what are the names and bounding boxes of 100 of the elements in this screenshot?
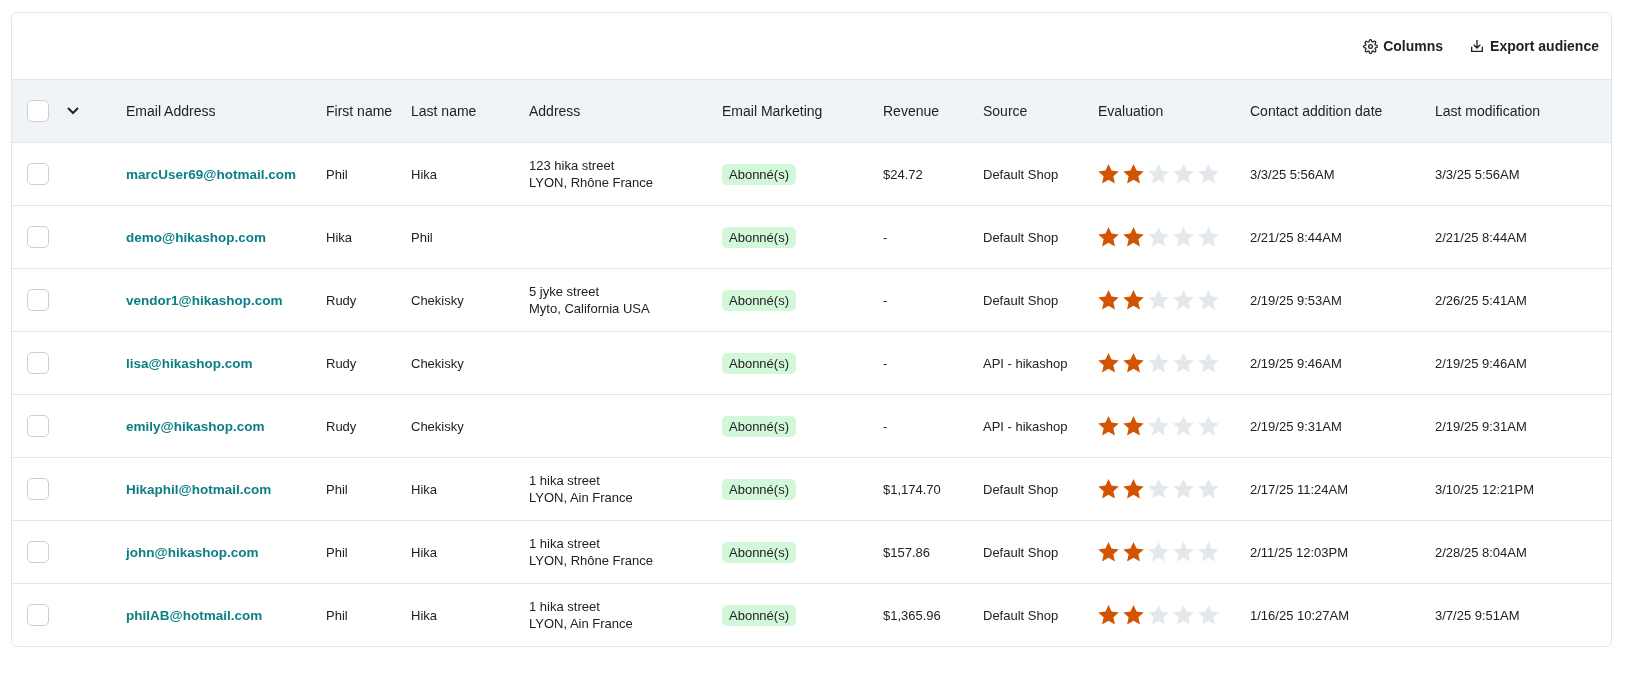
column-header[interactable]: Address xyxy=(529,103,581,119)
modification-date: 2/26/25 5:41AM xyxy=(1435,292,1527,308)
first-name: Phil xyxy=(326,166,348,182)
star-icon xyxy=(1123,290,1144,310)
column-header[interactable]: Last modification xyxy=(1435,103,1541,119)
first-name: Phil xyxy=(326,481,348,497)
address-line: 1 hika street xyxy=(529,535,600,552)
modification-date: 2/28/25 8:04AM xyxy=(1435,544,1527,560)
modification-date: 2/19/25 9:31AM xyxy=(1435,418,1527,434)
status-tag: Abonné(s) xyxy=(722,415,796,437)
star-icon xyxy=(1198,542,1219,562)
star-icon xyxy=(1123,605,1144,625)
column-header[interactable]: Evaluation xyxy=(1098,103,1164,119)
address-line: LYON, Rhône France xyxy=(529,552,654,569)
star-icon xyxy=(1098,290,1119,310)
row-checkbox[interactable] xyxy=(27,415,49,437)
star-icon xyxy=(1123,542,1144,562)
source: API - hikashop xyxy=(983,418,1068,434)
star-icon xyxy=(1198,479,1219,499)
star-icon xyxy=(1148,605,1169,625)
email-link[interactable]: vendor1@hikashop.com xyxy=(126,292,283,308)
chevron-down-icon[interactable] xyxy=(67,107,79,115)
last-name: Chekisky xyxy=(411,292,464,308)
status-tag: Abonné(s) xyxy=(722,541,796,563)
star-icon xyxy=(1148,164,1169,184)
row-checkbox[interactable] xyxy=(27,289,49,311)
star-icon xyxy=(1148,290,1169,310)
star-icon xyxy=(1123,227,1144,247)
status-tag: Abonné(s) xyxy=(722,163,796,185)
star-icon xyxy=(1098,479,1119,499)
export-audience-button[interactable]: Export audience xyxy=(1467,36,1601,56)
column-header[interactable]: Last name xyxy=(411,103,477,119)
row-checkbox[interactable] xyxy=(27,352,49,374)
addition-date: 2/21/25 8:44AM xyxy=(1250,229,1342,245)
star-icon xyxy=(1123,164,1144,184)
source: Default Shop xyxy=(983,607,1059,623)
revenue: - xyxy=(883,418,888,434)
email-link[interactable]: lisa@hikashop.com xyxy=(126,355,253,371)
first-name: Rudy xyxy=(326,292,357,308)
column-header[interactable]: Email Marketing xyxy=(722,103,823,119)
star-icon xyxy=(1123,416,1144,436)
address-line: LYON, Rhône France xyxy=(529,174,654,191)
modification-date: 3/7/25 9:51AM xyxy=(1435,607,1520,623)
row-checkbox[interactable] xyxy=(27,478,49,500)
status-tag: Abonné(s) xyxy=(722,604,796,626)
star-icon xyxy=(1148,416,1169,436)
select-all-checkbox[interactable] xyxy=(27,100,49,122)
star-icon xyxy=(1098,542,1119,562)
addition-date: 2/11/25 12:03PM xyxy=(1250,544,1349,560)
addition-date: 1/16/25 10:27AM xyxy=(1250,607,1350,623)
email-link[interactable]: john@hikashop.com xyxy=(126,544,259,560)
row-checkbox[interactable] xyxy=(27,541,49,563)
source: Default Shop xyxy=(983,229,1059,245)
email-link[interactable]: marcUser69@hotmail.com xyxy=(126,166,296,182)
email-link[interactable]: demo@hikashop.com xyxy=(126,229,266,245)
star-icon xyxy=(1098,227,1119,247)
star-icon xyxy=(1173,416,1194,436)
status-tag: Abonné(s) xyxy=(722,352,796,374)
star-icon xyxy=(1148,353,1169,373)
first-name: Rudy xyxy=(326,355,357,371)
address-line: 123 hika street xyxy=(529,157,615,174)
settings-icon xyxy=(1363,38,1379,54)
star-icon xyxy=(1173,542,1194,562)
star-icon xyxy=(1173,605,1194,625)
star-icon xyxy=(1148,479,1169,499)
row-checkbox[interactable] xyxy=(27,163,49,185)
column-header[interactable]: Contact addition date xyxy=(1250,103,1383,119)
last-name: Hika xyxy=(411,481,437,497)
address-line: 1 hika street xyxy=(529,598,600,615)
email-link[interactable]: philAB@hotmail.com xyxy=(126,607,263,623)
address-line: 5 jyke street xyxy=(529,283,600,300)
star-icon xyxy=(1148,542,1169,562)
column-header[interactable]: Revenue xyxy=(883,103,940,119)
column-header[interactable]: Source xyxy=(983,103,1028,119)
email-link[interactable]: Hikaphil@hotmail.com xyxy=(126,481,272,497)
column-header[interactable]: Email Address xyxy=(126,103,216,119)
row-checkbox[interactable] xyxy=(27,604,49,626)
last-name: Chekisky xyxy=(411,418,464,434)
star-icon xyxy=(1123,353,1144,373)
revenue: $24.72 xyxy=(883,166,923,182)
modification-date: 2/21/25 8:44AM xyxy=(1435,229,1527,245)
columns-button[interactable]: Columns xyxy=(1361,36,1446,56)
last-name: Hika xyxy=(411,544,437,560)
source: Default Shop xyxy=(983,166,1059,182)
revenue: - xyxy=(883,355,888,371)
last-name: Chekisky xyxy=(411,355,464,371)
download-icon xyxy=(1469,38,1486,54)
modification-date: 2/19/25 9:46AM xyxy=(1435,355,1527,371)
addition-date: 2/17/25 11:24AM xyxy=(1250,481,1349,497)
revenue: - xyxy=(883,292,888,308)
star-icon xyxy=(1098,164,1119,184)
addition-date: 3/3/25 5:56AM xyxy=(1250,166,1335,182)
row-checkbox[interactable] xyxy=(27,226,49,248)
star-icon xyxy=(1148,227,1169,247)
address-line: LYON, Ain France xyxy=(529,489,633,506)
modification-date: 3/10/25 12:21PM xyxy=(1435,481,1535,497)
email-link[interactable]: emily@hikashop.com xyxy=(126,418,265,434)
column-header[interactable]: First name xyxy=(326,103,393,119)
modification-date: 3/3/25 5:56AM xyxy=(1435,166,1520,182)
star-icon xyxy=(1198,227,1219,247)
